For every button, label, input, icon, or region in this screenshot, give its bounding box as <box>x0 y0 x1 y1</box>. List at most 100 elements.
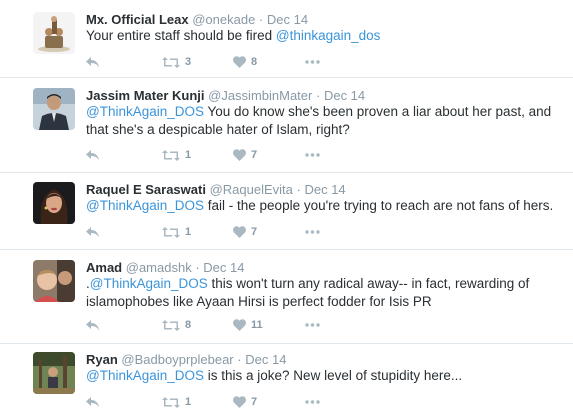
reply-icon <box>86 56 99 67</box>
more-icon <box>305 230 320 234</box>
like-button[interactable]: 8 <box>233 55 257 69</box>
tweet-actions: 1 7 <box>86 148 386 162</box>
username[interactable]: @JassimbinMater <box>208 88 312 103</box>
mention-link[interactable]: @ThinkAgain_DOS <box>90 276 208 291</box>
like-button[interactable]: 7 <box>233 148 257 162</box>
avatar[interactable] <box>33 260 75 302</box>
reply-button[interactable] <box>86 55 100 69</box>
avatar[interactable] <box>33 352 75 394</box>
tweet-text-body: fail - the people you're trying to reach… <box>204 198 554 213</box>
tweet-text: Your entire staff should be fired @think… <box>86 27 556 45</box>
tweet-header: Mx. Official Leax @onekade · Dec 14 <box>86 12 308 28</box>
more-button[interactable] <box>305 55 320 69</box>
tweet-actions: 8 11 <box>86 318 386 332</box>
separator-dot: · <box>315 88 321 103</box>
reply-button[interactable] <box>86 148 100 162</box>
separator-dot: · <box>237 352 242 367</box>
heart-icon <box>233 396 246 408</box>
like-button[interactable]: 11 <box>233 318 263 332</box>
like-count: 7 <box>251 396 258 408</box>
username[interactable]: @Badboyprplebear <box>121 352 233 367</box>
like-button[interactable]: 7 <box>233 225 257 239</box>
more-icon <box>305 153 320 157</box>
reply-icon <box>86 319 99 330</box>
more-icon <box>305 323 320 327</box>
mention-link[interactable]: @ThinkAgain_DOS <box>86 104 204 119</box>
tweet-text: @ThinkAgain_DOS is this a joke? New leve… <box>86 367 556 385</box>
fullname[interactable]: Amad <box>86 260 122 275</box>
more-icon <box>305 400 320 404</box>
tweet-text-prefix: Your entire staff should be fired <box>86 28 276 43</box>
tweet-text: @ThinkAgain_DOS You do know she's been p… <box>86 103 556 139</box>
tweet[interactable]: Mx. Official Leax @onekade · Dec 14 Your… <box>0 0 573 78</box>
username[interactable]: @amadshk <box>126 260 192 275</box>
retweet-button[interactable]: 1 <box>162 225 191 239</box>
timestamp[interactable]: Dec 14 <box>324 88 365 103</box>
like-count: 7 <box>251 149 258 161</box>
like-count: 11 <box>251 319 263 331</box>
timeline: Mx. Official Leax @onekade · Dec 14 Your… <box>0 0 573 419</box>
separator-dot: · <box>296 182 301 197</box>
timestamp[interactable]: Dec 14 <box>267 12 308 27</box>
reply-button[interactable] <box>86 395 100 409</box>
more-button[interactable] <box>305 148 320 162</box>
reply-button[interactable] <box>86 225 100 239</box>
avatar[interactable] <box>33 182 75 224</box>
separator-dot: · <box>195 260 200 275</box>
more-button[interactable] <box>305 318 320 332</box>
more-button[interactable] <box>305 395 320 409</box>
tweet[interactable]: Ryan @Badboyprplebear · Dec 14 @ThinkAga… <box>0 344 573 419</box>
retweet-count: 8 <box>185 319 192 331</box>
avatar[interactable] <box>33 88 75 130</box>
retweet-count: 3 <box>185 56 192 68</box>
retweet-icon <box>162 226 180 238</box>
username[interactable]: @RaquelEvita <box>210 182 293 197</box>
fullname[interactable]: Mx. Official Leax <box>86 12 189 27</box>
retweet-icon <box>162 56 180 68</box>
retweet-count: 1 <box>185 149 192 161</box>
timestamp[interactable]: Dec 14 <box>245 352 286 367</box>
retweet-icon <box>162 319 180 331</box>
tweet[interactable]: Amad @amadshk · Dec 14 .@ThinkAgain_DOS … <box>0 250 573 344</box>
like-count: 8 <box>251 56 258 68</box>
tweet-header: Amad @amadshk · Dec 14 <box>86 260 245 276</box>
timestamp[interactable]: Dec 14 <box>203 260 244 275</box>
mention-link[interactable]: @ThinkAgain_DOS <box>86 198 204 213</box>
tweet-header: Raquel E Saraswati @RaquelEvita · Dec 14 <box>86 182 346 198</box>
heart-icon <box>233 319 246 331</box>
timestamp[interactable]: Dec 14 <box>304 182 345 197</box>
username[interactable]: @onekade <box>192 12 255 27</box>
reply-icon <box>86 149 99 160</box>
tweet[interactable]: Raquel E Saraswati @RaquelEvita · Dec 14… <box>0 173 573 250</box>
tweet[interactable]: Jassim Mater Kunji @JassimbinMater · Dec… <box>0 78 573 173</box>
retweet-button[interactable]: 3 <box>162 55 191 69</box>
fullname[interactable]: Ryan <box>86 352 118 367</box>
like-count: 7 <box>251 226 258 238</box>
like-button[interactable]: 7 <box>233 395 257 409</box>
retweet-icon <box>162 149 180 161</box>
tweet-actions: 1 7 <box>86 225 386 239</box>
retweet-button[interactable]: 8 <box>162 318 191 332</box>
fullname[interactable]: Jassim Mater Kunji <box>86 88 205 103</box>
heart-icon <box>233 56 246 68</box>
tweet-header: Jassim Mater Kunji @JassimbinMater · Dec… <box>86 88 365 104</box>
tweet-header: Ryan @Badboyprplebear · Dec 14 <box>86 352 286 368</box>
retweet-button[interactable]: 1 <box>162 148 191 162</box>
fullname[interactable]: Raquel E Saraswati <box>86 182 206 197</box>
heart-icon <box>233 226 246 238</box>
retweet-icon <box>162 396 180 408</box>
retweet-button[interactable]: 1 <box>162 395 191 409</box>
reply-icon <box>86 396 99 407</box>
more-icon <box>305 60 320 64</box>
mention-link[interactable]: @ThinkAgain_DOS <box>86 368 204 383</box>
reply-button[interactable] <box>86 318 100 332</box>
retweet-count: 1 <box>185 226 192 238</box>
tweet-actions: 3 8 <box>86 55 386 69</box>
tweet-actions: 1 7 <box>86 395 386 409</box>
separator-dot: · <box>258 12 264 27</box>
heart-icon <box>233 149 246 161</box>
retweet-count: 1 <box>185 396 192 408</box>
mention-link[interactable]: @thinkagain_dos <box>276 28 381 43</box>
avatar[interactable] <box>33 12 75 54</box>
more-button[interactable] <box>305 225 320 239</box>
